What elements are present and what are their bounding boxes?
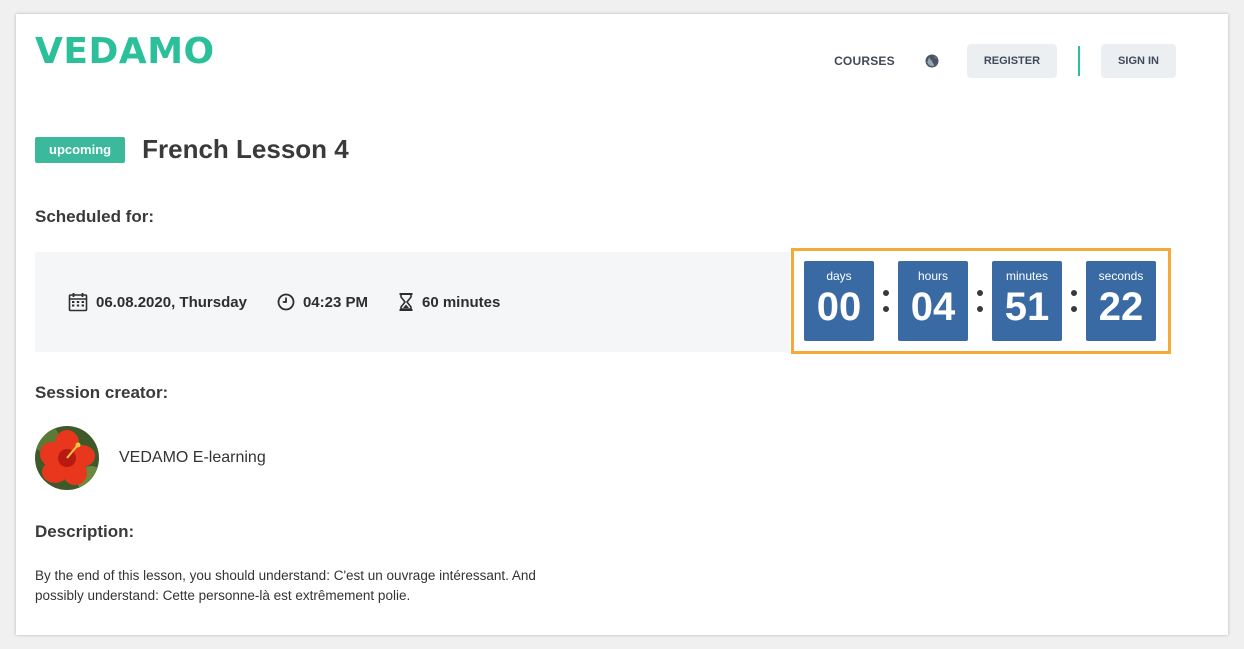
schedule-date-text: 06.08.2020, Thursday bbox=[96, 293, 247, 311]
countdown-seconds-value: 22 bbox=[1098, 285, 1144, 329]
schedule-time: 04:23 PM bbox=[277, 293, 368, 311]
countdown-hours-label: hours bbox=[917, 269, 949, 283]
vedamo-logo[interactable]: VEDAMO bbox=[35, 32, 215, 72]
countdown-seconds-label: seconds bbox=[1098, 269, 1144, 283]
clock-icon bbox=[277, 293, 295, 311]
avatar[interactable] bbox=[35, 426, 99, 490]
countdown-days: days 00 bbox=[804, 261, 874, 341]
schedule-time-text: 04:23 PM bbox=[302, 293, 368, 311]
session-creator: VEDAMO E-learning bbox=[35, 426, 266, 490]
nav-divider bbox=[1078, 46, 1081, 76]
countdown-separator bbox=[874, 261, 898, 341]
title-row: upcoming French Lesson 4 bbox=[35, 134, 349, 165]
courses-link[interactable]: COURSES bbox=[834, 54, 895, 68]
creator-heading: Session creator: bbox=[35, 383, 169, 402]
countdown-minutes: minutes 51 bbox=[992, 261, 1062, 341]
description-heading: Description: bbox=[35, 522, 135, 541]
creator-name[interactable]: VEDAMO E-learning bbox=[119, 449, 266, 467]
countdown-hours: hours 04 bbox=[898, 261, 968, 341]
countdown-separator bbox=[1062, 261, 1086, 341]
page-title: French Lesson 4 bbox=[142, 134, 349, 164]
scheduled-heading: Scheduled for: bbox=[35, 207, 155, 226]
countdown-seconds: seconds 22 bbox=[1086, 261, 1156, 341]
schedule-duration-text: 60 minutes bbox=[421, 293, 501, 311]
globe-icon[interactable] bbox=[925, 54, 939, 68]
countdown-timer: days 00 hours 04 minutes 51 seconds 22 bbox=[791, 248, 1171, 354]
session-card: VEDAMO COURSES REGISTER SIGN IN upcoming… bbox=[16, 14, 1228, 635]
calendar-icon bbox=[68, 293, 88, 312]
countdown-minutes-label: minutes bbox=[1005, 269, 1049, 283]
schedule-duration: 60 minutes bbox=[398, 292, 500, 312]
status-badge: upcoming bbox=[35, 136, 126, 163]
countdown-hours-value: 04 bbox=[910, 285, 956, 329]
register-button[interactable]: REGISTER bbox=[966, 44, 1058, 78]
countdown-separator bbox=[968, 261, 992, 341]
countdown-days-value: 00 bbox=[816, 285, 862, 329]
sign-in-button[interactable]: SIGN IN bbox=[1101, 44, 1176, 78]
hourglass-icon bbox=[399, 293, 413, 311]
schedule-date: 06.08.2020, Thursday bbox=[68, 292, 247, 312]
countdown-minutes-value: 51 bbox=[1004, 285, 1050, 329]
schedule-bar: 06.08.2020, Thursday 04:23 PM 60 minutes bbox=[35, 252, 790, 352]
description-text: By the end of this lesson, you should un… bbox=[35, 568, 536, 603]
countdown-days-label: days bbox=[826, 269, 852, 283]
top-nav: COURSES REGISTER SIGN IN bbox=[834, 44, 1176, 78]
